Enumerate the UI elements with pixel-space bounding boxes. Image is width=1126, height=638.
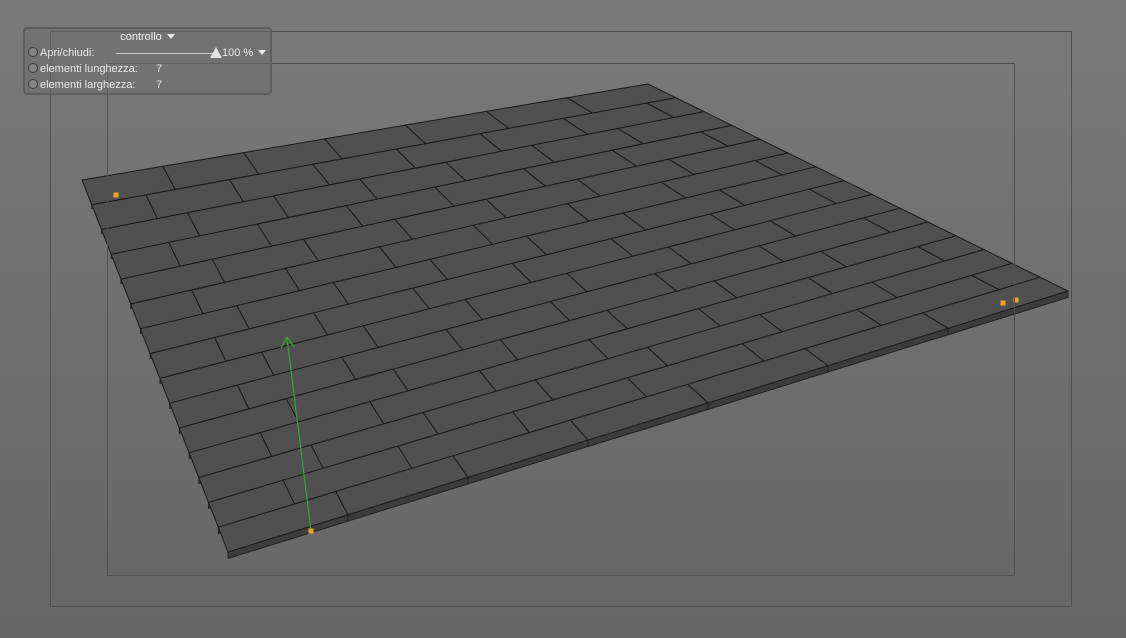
row-width-value[interactable]: 7 [156,78,162,92]
row-open-close[interactable]: Apri/chiudi: 100 % [28,46,267,60]
interactive-handle[interactable] [308,528,314,534]
row-length-elements[interactable]: elementi lunghezza: 7 [28,62,162,76]
open-close-slider-track[interactable] [116,53,218,54]
radio-icon[interactable] [28,63,38,73]
interactive-handle[interactable] [1013,297,1019,303]
3d-viewport[interactable]: controllo Apri/chiudi: 100 % elementi lu… [0,0,1126,638]
radio-icon[interactable] [28,47,38,57]
dropdown-arrow-icon[interactable] [166,34,175,39]
row-width-label: elementi larghezza: [40,79,136,91]
radio-icon[interactable] [28,79,38,89]
row-length-value[interactable]: 7 [156,62,162,76]
open-close-slider-knob[interactable] [210,47,222,58]
interactive-handle[interactable] [113,192,119,198]
value-dropdown-arrow-icon[interactable] [258,50,267,55]
row-width-elements[interactable]: elementi larghezza: 7 [28,78,162,92]
hud-title[interactable]: controllo [25,31,270,43]
row-open-close-label: Apri/chiudi: [40,47,95,59]
roof-tile-mesh[interactable] [0,0,1126,638]
hud-title-label: controllo [120,31,162,43]
open-close-value[interactable]: 100 % [222,46,267,60]
row-length-label: elementi lunghezza: [40,63,138,75]
interactive-handle[interactable] [1000,300,1006,306]
hud-control-panel[interactable]: controllo Apri/chiudi: 100 % elementi lu… [23,27,272,95]
